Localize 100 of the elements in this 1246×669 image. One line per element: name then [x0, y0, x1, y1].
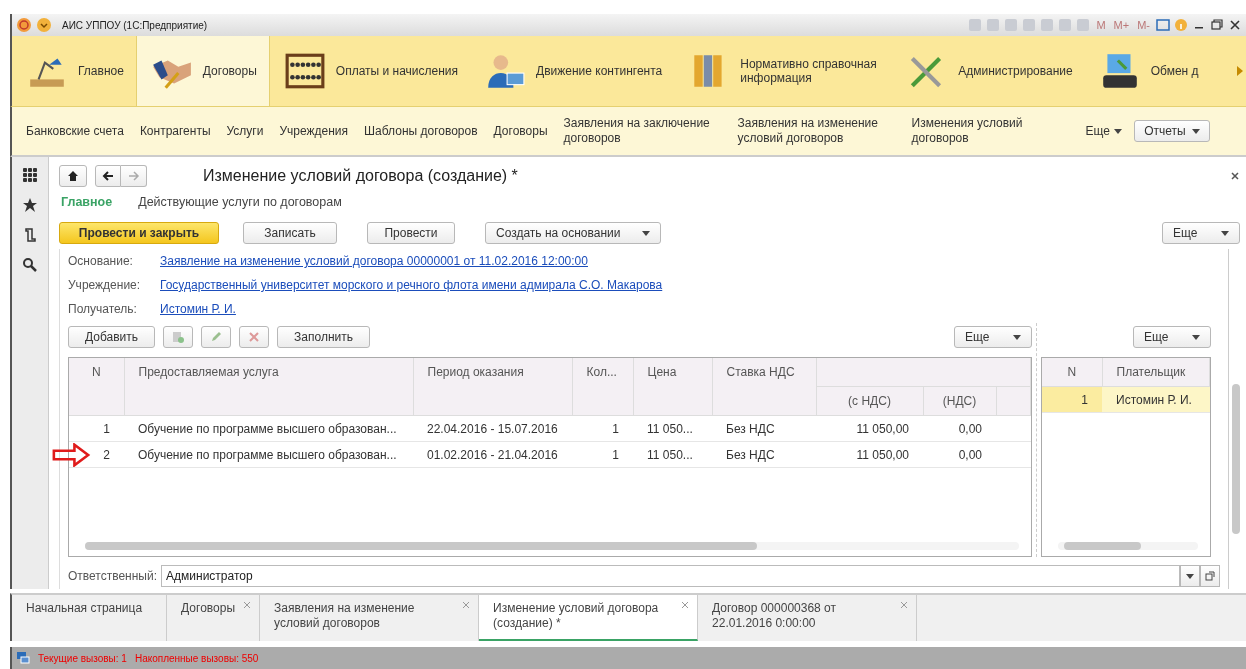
table-cell: 11 050... — [647, 421, 693, 436]
column-header[interactable]: Период оказания — [413, 358, 572, 416]
status-text: Накопленные вызовы: 550 — [134, 652, 259, 664]
caret-icon — [642, 230, 650, 236]
nav-link[interactable]: Шаблоны договоров — [364, 123, 478, 139]
column-header[interactable]: Кол... — [572, 358, 633, 416]
nav-link[interactable]: Банковские счета — [26, 123, 124, 139]
field-link[interactable]: Государственный университет морского и речного флота имени адмирала С.О. Макарова — [160, 278, 663, 292]
section-tab[interactable]: Договоры — [135, 36, 270, 106]
open-window-icon — [1205, 571, 1215, 581]
nav-link[interactable]: Заявления на изменение условий договоров — [737, 116, 896, 146]
close-icon[interactable] — [1228, 18, 1242, 32]
open-tab[interactable]: Договор 000000368 от 22.01.2016 0:00:00 — [698, 595, 918, 641]
caret-icon — [1192, 334, 1200, 340]
caret-icon — [1013, 334, 1021, 340]
toolbar-icon[interactable] — [986, 18, 1001, 32]
vertical-scrollbar[interactable] — [1228, 249, 1240, 589]
grid-icon[interactable] — [22, 167, 38, 183]
nav-link[interactable]: Контрагенты — [139, 123, 211, 139]
field-link[interactable]: Истомин Р. И. — [160, 302, 236, 316]
caret-icon — [1221, 230, 1229, 236]
more-button[interactable]: Еще — [1162, 222, 1240, 244]
table-cell: 01.02.2016 - 21.04.2016 — [427, 447, 558, 462]
forward-arrow-icon — [127, 170, 140, 182]
table-cell: 11 050,00 — [856, 447, 909, 462]
add-button[interactable]: Добавить — [68, 326, 156, 348]
responsible-field[interactable]: Администратор — [161, 565, 1180, 587]
horizontal-scrollbar[interactable] — [1058, 542, 1198, 550]
computers-icon — [16, 651, 30, 665]
section-tab[interactable]: Главное — [12, 36, 136, 106]
open-tab[interactable]: Договоры — [167, 595, 261, 641]
back-button[interactable] — [95, 165, 121, 187]
table-cell: 1 — [1081, 392, 1088, 407]
column-header[interactable]: Плательщик — [1102, 358, 1210, 387]
restore-icon[interactable] — [1210, 18, 1224, 32]
table-cell: 1 — [612, 421, 619, 436]
column-header[interactable]: Предоставляемая услуга — [124, 358, 413, 416]
reports-button[interactable]: Отчеты — [1133, 120, 1210, 142]
column-header[interactable]: (с НДС) — [816, 386, 923, 416]
copy-button[interactable] — [163, 326, 194, 348]
status-text: Текущие вызовы: 1 — [38, 652, 127, 664]
caret-icon — [1191, 128, 1200, 134]
column-header[interactable]: N — [69, 358, 124, 416]
column-header[interactable]: Ставка НДС — [712, 358, 816, 416]
form-tab[interactable]: Действующие услуги по договорам — [138, 195, 342, 215]
dropdown-button[interactable] — [1180, 565, 1200, 587]
section-tab[interactable]: Администрирование — [892, 36, 1085, 106]
horizontal-scrollbar[interactable] — [85, 542, 1019, 550]
command-button[interactable]: Провести и закрыть — [59, 222, 219, 244]
edit-button[interactable] — [201, 326, 232, 348]
document-plus-icon — [172, 331, 185, 343]
field-link[interactable]: Заявление на изменение условий договора 00000001 от 11.02.2016 12:00:00 — [160, 254, 588, 268]
menu-icon[interactable] — [36, 17, 52, 33]
more-button[interactable]: Еще — [1133, 326, 1211, 348]
home-icon — [67, 170, 79, 182]
table-cell: 22.04.2016 - 15.07.2016 — [427, 421, 558, 436]
form-title: Изменение условий договора (создание) * — [203, 167, 518, 185]
fill-button[interactable]: Заполнить — [277, 326, 370, 348]
section-tab[interactable]: Оплаты и начисления — [269, 36, 471, 106]
more-button[interactable]: Еще — [954, 326, 1032, 348]
command-button[interactable]: Провести — [367, 222, 455, 244]
field-label: Учреждение: — [68, 278, 142, 292]
delete-button[interactable] — [239, 326, 270, 348]
open-tab[interactable]: Изменение условий договора (создание) * — [479, 595, 699, 641]
toolbar-icon[interactable] — [968, 18, 983, 32]
toolbar-icon[interactable] — [1058, 18, 1073, 32]
nav-link[interactable]: Учреждения — [279, 123, 349, 139]
nav-link[interactable]: Услуги — [226, 123, 264, 139]
nav-link[interactable]: Договоры — [493, 123, 548, 139]
table-cell: Обучение по программе высшего образован... — [138, 421, 397, 436]
toolbar-icon[interactable] — [1076, 18, 1091, 32]
scroll-right-icon[interactable] — [1236, 65, 1244, 77]
section-tab[interactable]: Нормативно справочная информация — [674, 36, 893, 106]
nav-link[interactable]: Изменения условий договоров — [911, 116, 1070, 146]
column-header[interactable]: Цена — [633, 358, 712, 416]
field-label: Основание: — [68, 254, 134, 268]
toolbar-icon[interactable] — [1004, 18, 1019, 32]
close-icon[interactable] — [1230, 171, 1240, 181]
column-header[interactable]: (НДС) — [923, 386, 996, 416]
table-cell: Истомин Р. И. — [1116, 392, 1192, 407]
pencil-icon — [210, 331, 223, 343]
nav-link[interactable]: Заявления на заключение договоров — [563, 116, 722, 146]
app-logo-icon — [16, 17, 32, 33]
toolbar-icon[interactable] — [1022, 18, 1037, 32]
search-icon[interactable] — [22, 257, 38, 273]
section-tab[interactable]: Обмен д — [1084, 36, 1211, 106]
star-icon[interactable] — [22, 197, 38, 213]
toolbar-icon[interactable] — [1040, 18, 1055, 32]
more-menu[interactable]: Еще — [1085, 124, 1122, 138]
caret-icon — [1186, 573, 1194, 579]
panels-icon[interactable] — [1156, 18, 1170, 32]
column-header[interactable]: N — [1042, 358, 1102, 387]
delete-icon — [248, 331, 261, 343]
open-tab[interactable]: Начальная страница — [12, 595, 168, 641]
command-button[interactable]: Создать на основании — [485, 222, 661, 244]
section-tab[interactable]: Движение контингента — [470, 36, 675, 106]
home-button[interactable] — [59, 165, 87, 187]
table-cell: 0,00 — [958, 421, 982, 436]
command-button[interactable]: Записать — [243, 222, 337, 244]
table-cell: 2 — [103, 447, 110, 462]
